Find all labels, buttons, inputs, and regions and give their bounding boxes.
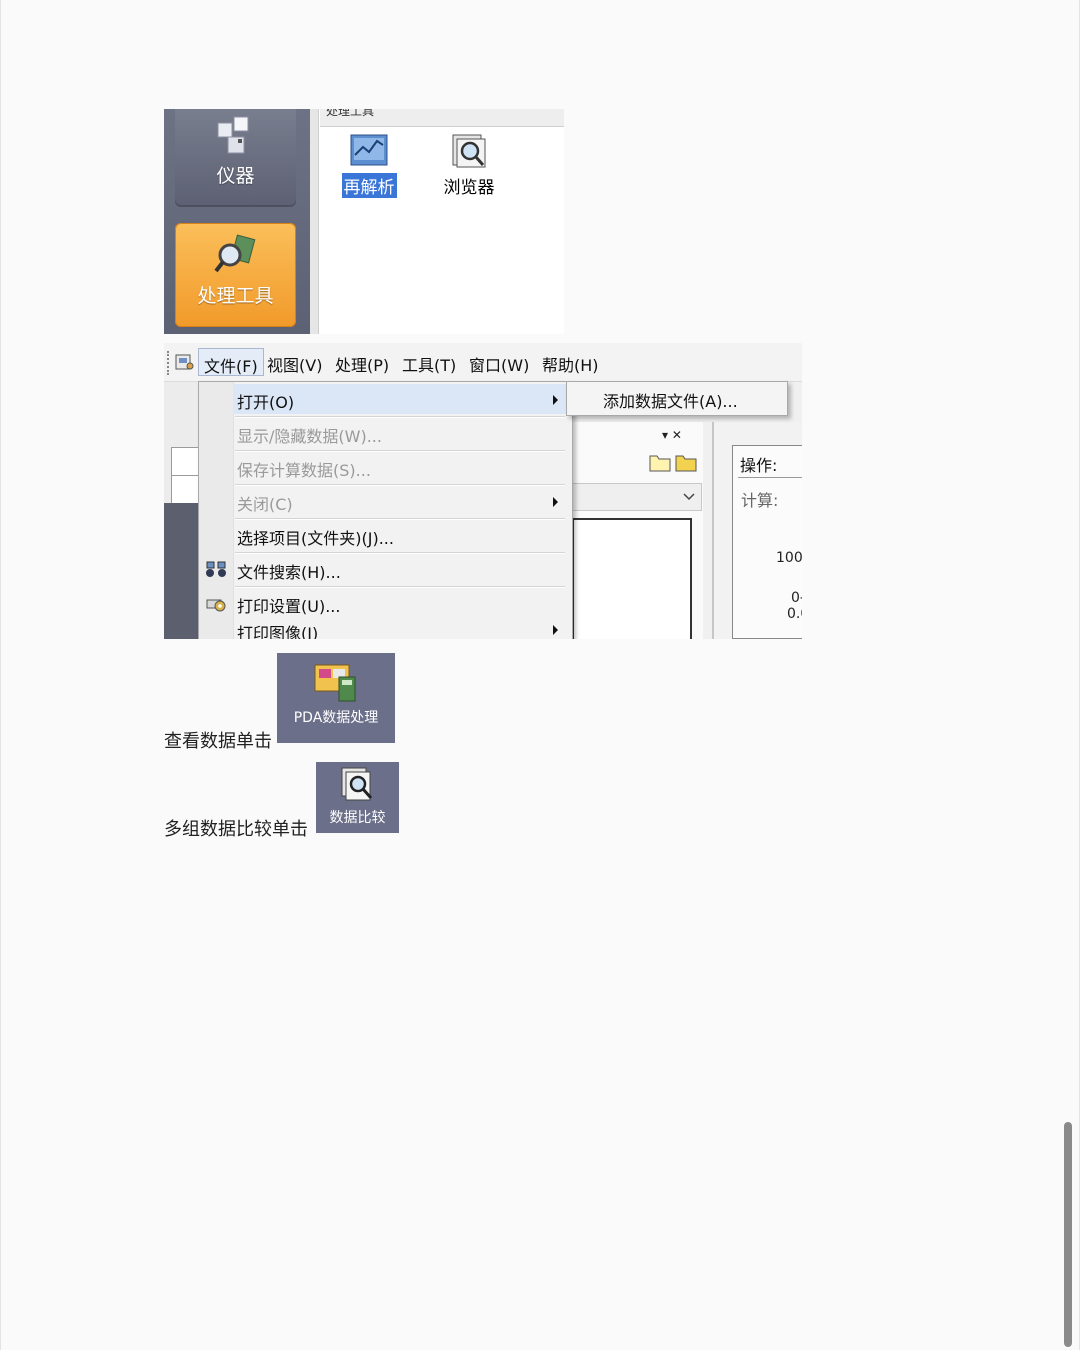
tile-browser[interactable]: 浏览器 (424, 131, 514, 198)
left-dark-panel (164, 503, 198, 639)
reanalyze-icon (350, 134, 388, 166)
tile-reanalyze-label: 再解析 (341, 173, 397, 198)
menu-file[interactable]: 文件(F) (198, 348, 264, 376)
folder-icons[interactable] (648, 451, 700, 473)
pda-button-label: PDA数据处理 (293, 710, 379, 726)
value-100: 100 (776, 550, 802, 566)
file-menu-dropdown: 打开(O) 显示/隐藏数据(W)... 保存计算数据(S)... 关闭(C) 选… (198, 381, 573, 639)
data-compare-icon (341, 767, 373, 801)
file-menu-screenshot: 文件(F) 视图(V) 处理(P) 工具(T) 窗口(W) 帮助(H) ▾ ✕ … (164, 343, 802, 639)
toolbar-grip[interactable] (167, 351, 172, 375)
operation-label: 操作: (740, 456, 778, 475)
magnifier-calculator-icon (213, 234, 255, 273)
menu-help[interactable]: 帮助(H) (542, 352, 599, 376)
left-panel-box (171, 447, 201, 505)
menu-bar: 文件(F) 视图(V) 处理(P) 工具(T) 窗口(W) 帮助(H) (164, 343, 802, 382)
instruction-compare-data: 多组数据比较单击 (164, 819, 308, 840)
pane-divider[interactable] (310, 109, 319, 334)
processing-tools-screenshot: 仪器 处理工具 处理工具 再解析 浏览器 (164, 109, 564, 334)
instrument-label: 仪器 (216, 165, 255, 187)
menu-window[interactable]: 窗口(W) (469, 352, 529, 376)
data-compare-button[interactable]: 数据比较 (316, 762, 399, 833)
pda-data-processing-button[interactable]: PDA数据处理 (277, 653, 395, 743)
tile-browser-label: 浏览器 (443, 178, 495, 198)
instrument-icon (217, 116, 248, 154)
menu-item-print-settings[interactable]: 打印设置(U)... (237, 593, 340, 617)
processing-tools-button[interactable]: 处理工具 (175, 223, 296, 327)
instruction-view-data: 查看数据单击 (164, 731, 272, 752)
processing-tools-label: 处理工具 (197, 285, 274, 307)
pda-processing-icon (314, 664, 356, 702)
app-icon (175, 354, 194, 370)
menu-item-print-image[interactable]: 打印图像(I) (237, 620, 318, 639)
page-scrollbar[interactable] (1064, 1122, 1072, 1347)
menu-item-file-search[interactable]: 文件搜索(H)... (237, 559, 341, 583)
open-submenu: 添加数据文件(A)... (566, 381, 788, 416)
menu-separator (235, 450, 565, 451)
binoculars-icon (206, 561, 226, 577)
menu-item-close[interactable]: 关闭(C) (237, 491, 293, 515)
panel-close-icon[interactable]: ▾ ✕ (662, 428, 682, 442)
browser-icon (452, 134, 486, 168)
data-compare-label: 数据比较 (329, 810, 386, 826)
menu-process[interactable]: 处理(P) (335, 352, 389, 376)
submenu-item-add-data-file[interactable]: 添加数据文件(A)... (603, 388, 738, 412)
instrument-button[interactable]: 仪器 (175, 109, 296, 207)
menu-item-show-hide-data[interactable]: 显示/隐藏数据(W)... (237, 423, 382, 447)
tools-panel-header: 处理工具 (320, 109, 564, 127)
page-left-edge (0, 0, 1, 1350)
print-settings-icon (206, 599, 226, 612)
menu-view[interactable]: 视图(V) (267, 352, 322, 376)
sidebar: 仪器 处理工具 (164, 109, 310, 334)
calc-label: 计算: (741, 491, 779, 510)
menu-separator (235, 586, 565, 587)
menu-item-select-project[interactable]: 选择项目(文件夹)(J)... (237, 525, 394, 549)
value-0-0: 0.0 (787, 606, 802, 622)
data-combo-box[interactable] (572, 483, 702, 511)
submenu-arrow-icon (553, 395, 558, 405)
menu-item-open[interactable]: 打开(O) (237, 389, 294, 413)
menu-separator (235, 416, 565, 417)
submenu-arrow-icon (553, 497, 558, 507)
data-list-box[interactable] (572, 518, 692, 639)
menu-tools[interactable]: 工具(T) (402, 352, 456, 376)
menu-separator (235, 552, 565, 553)
operation-divider (738, 477, 802, 478)
menu-item-save-calc-data[interactable]: 保存计算数据(S)... (237, 457, 371, 481)
menu-separator (235, 518, 565, 519)
value-0: 0- (791, 590, 802, 606)
chevron-down-icon (683, 493, 695, 501)
menu-separator (235, 484, 565, 485)
tile-reanalyze[interactable]: 再解析 (324, 131, 414, 198)
submenu-arrow-icon (553, 625, 558, 635)
